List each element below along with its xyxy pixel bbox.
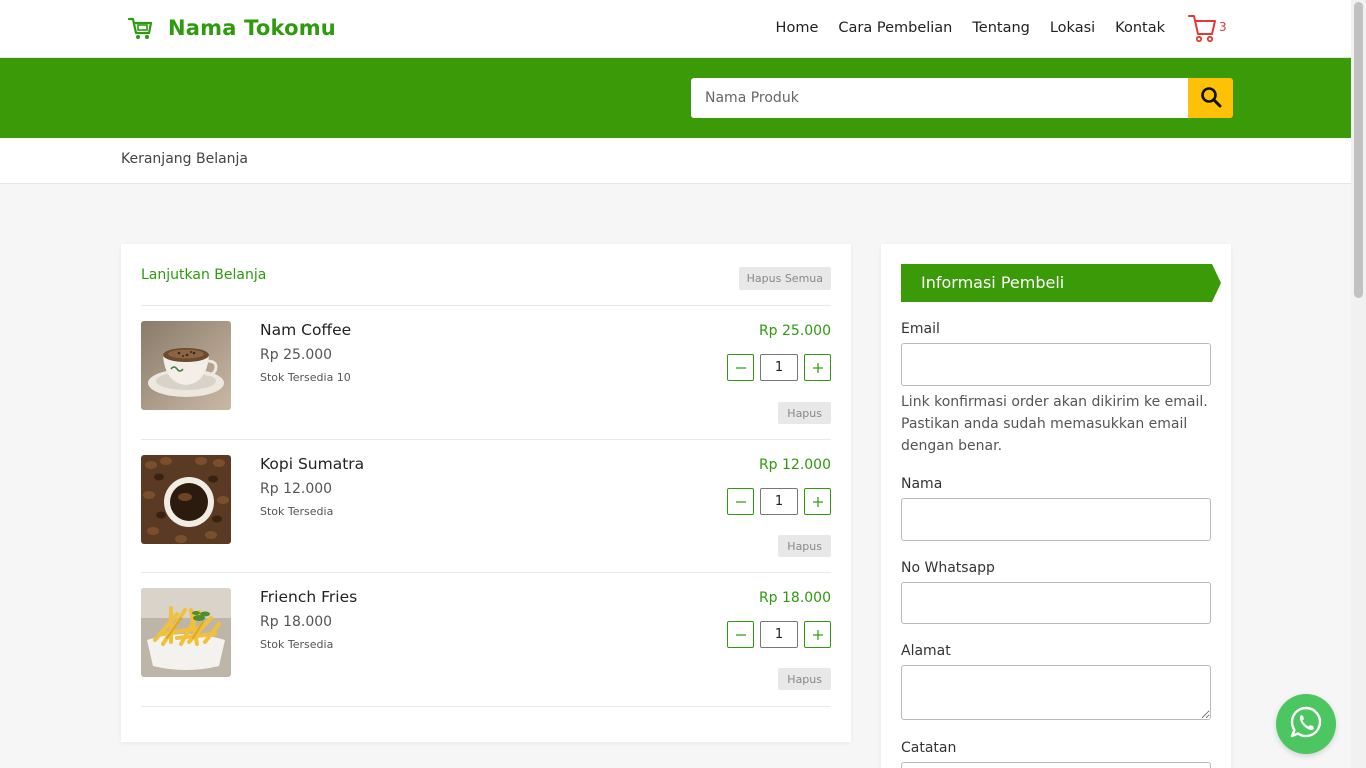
quantity-input[interactable] bbox=[760, 488, 798, 515]
product-name: Kopi Sumatra bbox=[260, 455, 365, 473]
quantity-input[interactable] bbox=[760, 354, 798, 381]
quantity-stepper bbox=[727, 354, 831, 381]
divider bbox=[141, 439, 831, 440]
quantity-input[interactable] bbox=[760, 621, 798, 648]
decrease-button[interactable] bbox=[727, 354, 754, 381]
brand-logo[interactable]: Nama Tokomu bbox=[126, 14, 336, 42]
email-label: Email bbox=[901, 321, 940, 337]
email-field[interactable] bbox=[901, 343, 1211, 386]
divider bbox=[141, 706, 831, 707]
minus-icon bbox=[735, 366, 746, 369]
minus-icon bbox=[735, 633, 746, 636]
item-subtotal: Rp 12.000 bbox=[758, 457, 831, 473]
whatsapp-label: No Whatsapp bbox=[901, 560, 995, 576]
cart-icon[interactable] bbox=[1187, 12, 1217, 48]
cart-panel: Lanjutkan Belanja Hapus Semua Nam Coffee… bbox=[121, 244, 851, 742]
nav-lokasi[interactable]: Lokasi bbox=[1050, 20, 1095, 36]
divider bbox=[141, 305, 831, 306]
name-label: Nama bbox=[901, 476, 943, 492]
nav-tentang[interactable]: Tentang bbox=[972, 20, 1029, 36]
item-subtotal: Rp 25.000 bbox=[758, 323, 831, 339]
nav-cara-pembelian[interactable]: Cara Pembelian bbox=[838, 20, 952, 36]
nav-home[interactable]: Home bbox=[776, 20, 819, 36]
main-nav: Home Cara Pembelian Tentang Lokasi Konta… bbox=[776, 20, 1165, 36]
increase-button[interactable] bbox=[804, 354, 831, 381]
product-stock: Stok Tersedia bbox=[260, 638, 334, 651]
divider bbox=[141, 572, 831, 573]
search-input[interactable] bbox=[691, 78, 1188, 118]
buyer-info-title: Informasi Pembeli bbox=[921, 273, 1065, 292]
search-icon bbox=[1200, 86, 1222, 111]
product-image[interactable] bbox=[141, 321, 231, 410]
product-name: Nam Coffee bbox=[260, 321, 352, 339]
product-price: Rp 25.000 bbox=[260, 347, 333, 363]
increase-button[interactable] bbox=[804, 621, 831, 648]
cart-item: Kopi Sumatra Rp 12.000 Stok Tersedia Rp … bbox=[141, 455, 831, 573]
whatsapp-button[interactable] bbox=[1276, 694, 1336, 754]
cart-item: Nam Coffee Rp 25.000 Stok Tersedia 10 Rp… bbox=[141, 321, 831, 439]
address-field[interactable] bbox=[901, 665, 1211, 720]
whatsapp-field[interactable] bbox=[901, 582, 1211, 624]
plus-icon bbox=[812, 362, 823, 373]
product-stock: Stok Tersedia 10 bbox=[260, 371, 351, 384]
plus-icon bbox=[812, 496, 823, 507]
brand-name: Nama Tokomu bbox=[168, 16, 336, 40]
product-stock: Stok Tersedia bbox=[260, 505, 334, 518]
email-help-text: Link konfirmasi order akan dikirim ke em… bbox=[901, 394, 1208, 454]
continue-shopping-link[interactable]: Lanjutkan Belanja bbox=[141, 267, 266, 283]
product-name: Friench Fries bbox=[260, 588, 358, 606]
decrease-button[interactable] bbox=[727, 621, 754, 648]
scrollbar-thumb[interactable] bbox=[1354, 2, 1363, 298]
note-field[interactable] bbox=[901, 762, 1211, 768]
whatsapp-icon bbox=[1288, 704, 1324, 744]
plus-icon bbox=[812, 629, 823, 640]
buyer-info-header: Informasi Pembeli bbox=[901, 264, 1221, 302]
quantity-stepper bbox=[727, 621, 831, 648]
increase-button[interactable] bbox=[804, 488, 831, 515]
product-price: Rp 18.000 bbox=[260, 614, 333, 630]
breadcrumb: Keranjang Belanja bbox=[0, 138, 1351, 184]
name-field[interactable] bbox=[901, 498, 1211, 541]
clear-all-button[interactable]: Hapus Semua bbox=[738, 267, 831, 290]
breadcrumb-current: Keranjang Belanja bbox=[121, 151, 249, 167]
product-price: Rp 12.000 bbox=[260, 481, 333, 497]
item-subtotal: Rp 18.000 bbox=[758, 590, 831, 606]
product-image[interactable] bbox=[141, 588, 231, 677]
product-image[interactable] bbox=[141, 455, 231, 544]
minus-icon bbox=[735, 500, 746, 503]
note-label: Catatan bbox=[901, 740, 957, 756]
cart-item: Friench Fries Rp 18.000 Stok Tersedia Rp… bbox=[141, 588, 831, 706]
search-button[interactable] bbox=[1188, 78, 1233, 118]
decrease-button[interactable] bbox=[727, 488, 754, 515]
quantity-stepper bbox=[727, 488, 831, 515]
nav-kontak[interactable]: Kontak bbox=[1115, 20, 1165, 36]
delete-item-button[interactable]: Hapus bbox=[778, 668, 831, 690]
top-header: Nama Tokomu Home Cara Pembelian Tentang … bbox=[0, 0, 1351, 58]
cart-icon bbox=[126, 14, 154, 42]
search-band bbox=[0, 58, 1351, 138]
cart-count-badge: 3 bbox=[1219, 20, 1227, 34]
buyer-info-panel: Informasi Pembeli Email Link konfirmasi … bbox=[881, 244, 1231, 768]
address-label: Alamat bbox=[901, 643, 951, 659]
delete-item-button[interactable]: Hapus bbox=[778, 402, 831, 424]
delete-item-button[interactable]: Hapus bbox=[778, 535, 831, 557]
